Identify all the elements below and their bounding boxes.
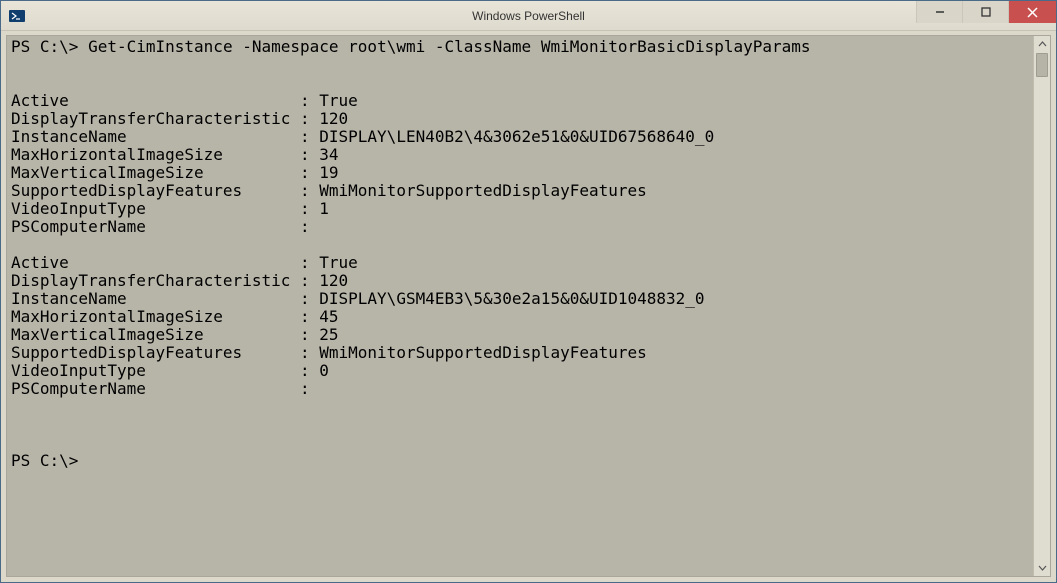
maximize-icon [981, 7, 991, 17]
command-text: Get-CimInstance -Namespace root\wmi -Cla… [88, 37, 810, 56]
scroll-down-button[interactable] [1034, 559, 1050, 576]
powershell-icon [9, 8, 25, 24]
maximize-button[interactable] [962, 1, 1008, 23]
output-line: Active : True [11, 253, 358, 272]
scroll-track[interactable] [1034, 53, 1050, 559]
titlebar[interactable]: Windows PowerShell [1, 1, 1056, 31]
output-line: DisplayTransferCharacteristic : 120 [11, 109, 348, 128]
prompt: PS C:\> [11, 451, 78, 470]
output-line: MaxVerticalImageSize : 25 [11, 325, 339, 344]
minimize-button[interactable] [916, 1, 962, 23]
minimize-icon [935, 7, 945, 17]
output-line: SupportedDisplayFeatures : WmiMonitorSup… [11, 343, 647, 362]
prompt: PS C:\> [11, 37, 78, 56]
output-line: SupportedDisplayFeatures : WmiMonitorSup… [11, 181, 647, 200]
scroll-up-button[interactable] [1034, 36, 1050, 53]
output-line: Active : True [11, 91, 358, 110]
close-button[interactable] [1008, 1, 1056, 23]
window-controls [916, 1, 1056, 23]
output-line: DisplayTransferCharacteristic : 120 [11, 271, 348, 290]
output-line: VideoInputType : 0 [11, 361, 329, 380]
vertical-scrollbar[interactable] [1033, 36, 1050, 576]
console-area[interactable]: PS C:\> Get-CimInstance -Namespace root\… [6, 35, 1051, 577]
chevron-down-icon [1038, 563, 1047, 572]
output-line: MaxHorizontalImageSize : 45 [11, 307, 339, 326]
console-output[interactable]: PS C:\> Get-CimInstance -Namespace root\… [7, 36, 1050, 472]
output-line: MaxHorizontalImageSize : 34 [11, 145, 339, 164]
close-icon [1027, 7, 1038, 18]
output-line: InstanceName : DISPLAY\GSM4EB3\5&30e2a15… [11, 289, 705, 308]
output-line: VideoInputType : 1 [11, 199, 329, 218]
client-area: PS C:\> Get-CimInstance -Namespace root\… [1, 31, 1056, 582]
window-title: Windows PowerShell [472, 9, 585, 23]
output-line: PSComputerName : [11, 379, 310, 398]
powershell-window: Windows PowerShell PS C:\> Get-CimInstan… [0, 0, 1057, 583]
output-line: InstanceName : DISPLAY\LEN40B2\4&3062e51… [11, 127, 714, 146]
chevron-up-icon [1038, 40, 1047, 49]
scroll-thumb[interactable] [1036, 53, 1048, 77]
output-line: PSComputerName : [11, 217, 310, 236]
output-line: MaxVerticalImageSize : 19 [11, 163, 339, 182]
